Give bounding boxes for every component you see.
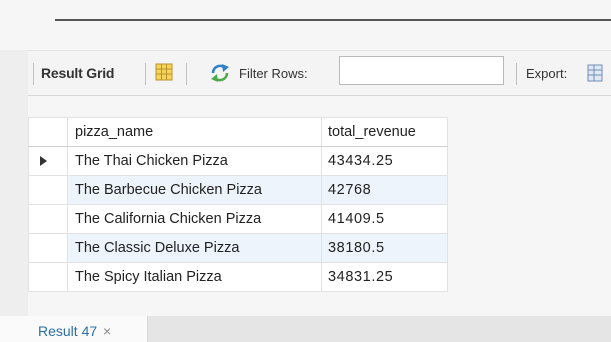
row-selector[interactable]: [28, 146, 68, 176]
filter-rows-label: Filter Rows:: [239, 66, 308, 81]
table-row[interactable]: The Thai Chicken Pizza 43434.25: [28, 146, 448, 176]
table-row[interactable]: The Classic Deluxe Pizza 38180.5: [28, 233, 448, 263]
result-grid-button[interactable]: Result Grid: [41, 65, 114, 81]
row-pointer-icon: [40, 156, 47, 167]
grid-view-icon[interactable]: [154, 62, 174, 82]
cell-total-revenue[interactable]: 43434.25: [321, 146, 448, 176]
tab-result-47[interactable]: Result 47 ×: [0, 316, 147, 342]
tab-label[interactable]: Result 47: [38, 323, 97, 339]
table-row[interactable]: The California Chicken Pizza 41409.5: [28, 204, 448, 234]
row-selector[interactable]: [28, 233, 68, 263]
cell-total-revenue[interactable]: 38180.5: [321, 233, 448, 263]
toolbar-separator: [33, 63, 34, 85]
row-selector-header[interactable]: [28, 117, 68, 147]
result-tab-bar: Result 47 ×: [0, 316, 611, 342]
result-panel: Result Grid Filter Rows: Export: pizza_n…: [0, 0, 611, 342]
result-toolbar: Result Grid Filter Rows: Export:: [28, 50, 611, 96]
toolbar-separator: [516, 63, 517, 85]
refresh-icon[interactable]: [208, 62, 232, 84]
cell-total-revenue[interactable]: 41409.5: [321, 204, 448, 234]
cell-pizza-name[interactable]: The California Chicken Pizza: [67, 204, 322, 234]
column-header-pizza-name[interactable]: pizza_name: [67, 117, 322, 147]
cell-pizza-name[interactable]: The Barbecue Chicken Pizza: [67, 175, 322, 205]
row-selector[interactable]: [28, 204, 68, 234]
filter-rows-input[interactable]: [339, 56, 504, 85]
row-selector[interactable]: [28, 262, 68, 292]
cell-total-revenue[interactable]: 34831.25: [321, 262, 448, 292]
left-gutter: [0, 50, 28, 342]
cell-pizza-name[interactable]: The Thai Chicken Pizza: [67, 146, 322, 176]
toolbar-separator: [186, 63, 187, 85]
export-label: Export:: [526, 66, 568, 81]
tab-bar-empty-area: [147, 316, 611, 342]
top-separator: [55, 19, 611, 21]
export-icon[interactable]: [586, 63, 606, 83]
column-header-total-revenue[interactable]: total_revenue: [321, 117, 448, 147]
cell-total-revenue[interactable]: 42768: [321, 175, 448, 205]
table-row[interactable]: The Barbecue Chicken Pizza 42768: [28, 175, 448, 205]
header-row: pizza_name total_revenue: [28, 117, 448, 147]
toolbar-separator: [145, 63, 146, 85]
cell-pizza-name[interactable]: The Spicy Italian Pizza: [67, 262, 322, 292]
cell-pizza-name[interactable]: The Classic Deluxe Pizza: [67, 233, 322, 263]
close-icon[interactable]: ×: [103, 323, 111, 339]
result-grid: pizza_name total_revenue The Thai Chicke…: [28, 117, 448, 292]
row-selector[interactable]: [28, 175, 68, 205]
table-row[interactable]: The Spicy Italian Pizza 34831.25: [28, 262, 448, 292]
